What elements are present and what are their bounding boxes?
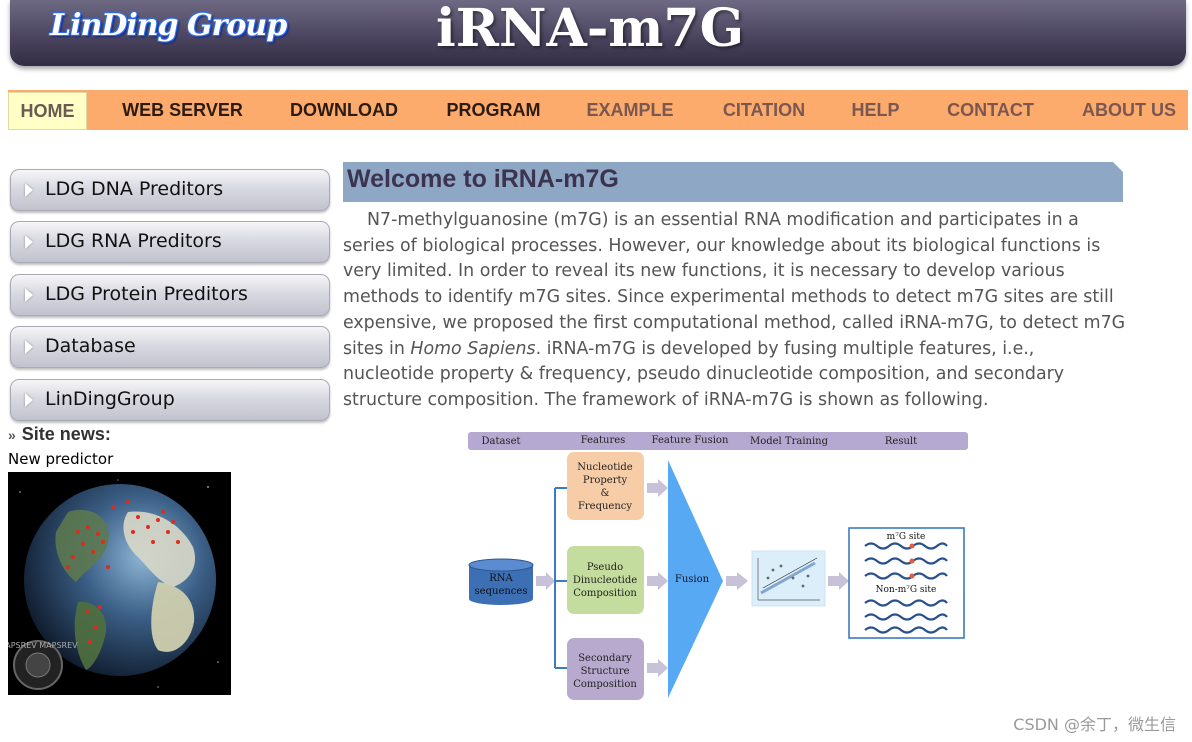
rna-sequences-cylinder: RNA sequences [468,558,534,605]
feature-2-line-3: Composition [573,588,637,599]
feature-1-line-3: & [601,488,610,499]
welcome-title: Welcome to iRNA-m7G [347,165,619,193]
welcome-bar: Welcome to iRNA-m7G [343,162,1123,202]
corner-fold [1113,162,1123,172]
header-label-result: Result [885,436,917,447]
nav-example[interactable]: EXAMPLE [580,90,680,130]
news-item-new-predictor[interactable]: New predictor [8,450,113,468]
feature-box-secondary-structure: Secondary Structure Composition [567,638,644,700]
arrow-icon [828,572,849,590]
header-label-model-training: Model Training [750,436,829,447]
input-label-line-2: sequences [475,586,528,597]
arrow-icon [536,572,555,590]
feature-1-line-2: Property [583,475,628,486]
globe-icon: MAPSREV MAPSREV [8,479,219,690]
feature-3-line-1: Secondary [578,653,632,664]
triangle-right-icon [25,235,33,249]
site-news-heading: » Site news: [8,424,111,445]
nav-home[interactable]: HOME [8,92,87,130]
sidebar-item-label: LDG Protein Preditors [45,283,248,305]
feature-box-nucleotide: Nucleotide Property & Frequency [567,452,644,520]
globe-stamp-text: MAPSREV MAPSREV [8,641,78,650]
triangle-right-icon [25,183,33,197]
sidebar-item-label: LDG DNA Preditors [45,178,224,200]
site-title: iRNA-m7G [435,0,745,59]
sidebar-item-database[interactable]: Database [10,326,330,368]
header-label-feature-fusion: Feature Fusion [652,435,729,446]
header-label-dataset: Dataset [481,436,520,447]
framework-figure: Dataset Features Feature Fusion Model Tr… [463,428,973,703]
nav-program[interactable]: PROGRAM [436,90,551,130]
model-training-plot [751,550,826,607]
feature-3-line-3: Composition [573,679,637,690]
feature-2-line-2: Dinucleotide [573,575,637,586]
result-non-m7g-site-label: Non-m⁷G site [876,585,937,595]
feature-1-line-1: Nucleotide [577,462,633,473]
nav-citation[interactable]: CITATION [714,90,814,130]
sidebar-item-label: LDG RNA Preditors [45,230,222,252]
sidebar-item-label: LinDingGroup [45,388,175,410]
feature-box-pseudo-dinucleotide: Pseudo Dinucleotide Composition [567,546,644,614]
triangle-right-icon [25,288,33,302]
arrow-icon [726,572,748,590]
triangle-right-icon [25,393,33,407]
header-banner: LinDing Group iRNA-m7G [10,0,1186,66]
csdn-watermark: CSDN @余丁，微生信 [1013,715,1176,734]
nav-web-server[interactable]: WEB SERVER [115,90,250,130]
nav-help[interactable]: HELP [843,90,908,130]
nav-about-us[interactable]: ABOUT US [1073,90,1185,130]
sidebar-item-label: Database [45,335,136,357]
arrow-icon [647,479,668,497]
arrow-icon [647,572,668,590]
site-news-label: Site news: [21,424,111,444]
sidebar-item-ldg-dna-preditors[interactable]: LDG DNA Preditors [10,169,330,211]
triangle-right-icon [25,340,33,354]
feature-1-line-4: Frequency [578,501,632,512]
sidebar-item-lindinggroup[interactable]: LinDingGroup [10,379,330,421]
fusion-label: Fusion [675,574,710,585]
arrow-icon [647,659,668,677]
framework-diagram: Dataset Features Feature Fusion Model Tr… [468,432,968,700]
intro-paragraph: N7-methylguanosine (m7G) is an essential… [343,208,1128,414]
revolving-globe-map[interactable]: MAPSREV MAPSREV [8,472,231,695]
branch-connectors [554,487,569,669]
sidebar-item-ldg-protein-preditors[interactable]: LDG Protein Preditors [10,274,330,316]
header-label-features: Features [581,435,626,446]
sidebar-item-ldg-rna-preditors[interactable]: LDG RNA Preditors [10,221,330,263]
intro-text-1: N7-methylguanosine (m7G) is an essential… [343,210,1126,359]
feature-2-line-1: Pseudo [587,562,623,573]
result-m7g-site-label: m⁷G site [887,532,926,542]
input-label-line-1: RNA [489,573,513,584]
main-nav: HOME WEB SERVER DOWNLOAD PROGRAM EXAMPLE… [8,90,1188,130]
result-box: m⁷G site Non-m⁷G site [848,527,965,639]
nav-download[interactable]: DOWNLOAD [283,90,405,130]
intro-species: Homo Sapiens [410,338,536,359]
nav-contact[interactable]: CONTACT [938,90,1043,130]
feature-3-line-2: Structure [581,666,630,677]
double-chevron-icon: » [8,427,16,443]
